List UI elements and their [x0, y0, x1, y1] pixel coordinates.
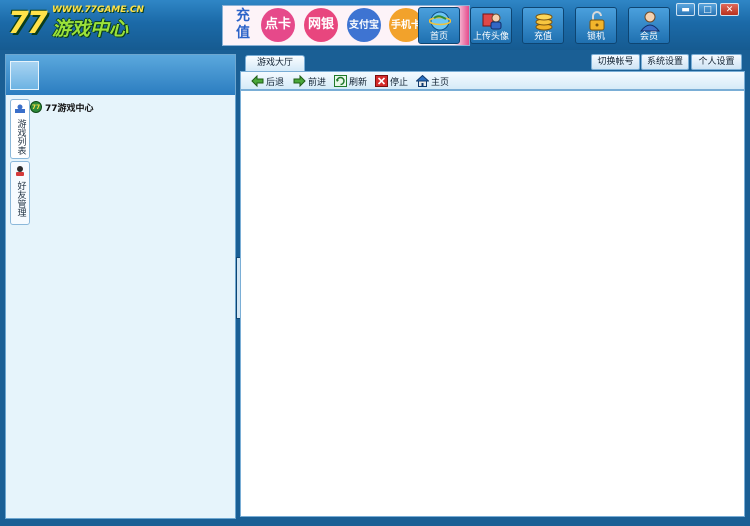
banner-recharge-text: 充值: [236, 8, 250, 41]
home-button[interactable]: 首页: [418, 7, 460, 44]
tree-item-77game[interactable]: 77 77游戏中心: [30, 100, 94, 114]
arrow-left-icon: [251, 75, 264, 87]
banner-alipay-circle: 支付宝: [347, 8, 381, 42]
switch-account-button[interactable]: 切换帐号: [591, 54, 640, 70]
close-button[interactable]: ✕: [720, 3, 739, 16]
refresh-icon: [334, 75, 347, 87]
avatar[interactable]: [10, 61, 39, 90]
banner-netbank-circle: 网银: [304, 8, 338, 42]
lock-label: 锁机: [586, 32, 605, 42]
tab-friends[interactable]: 好友管理: [10, 161, 30, 225]
web-content-area[interactable]: [240, 90, 745, 517]
app-window: 77 WWW.77GAME.CN 游戏中心 充值 点卡 网银 支付宝 手机卡 首…: [0, 0, 750, 526]
forward-label: 前进: [308, 77, 327, 88]
game-list-icon: [15, 104, 25, 113]
logo-title: 游戏中心: [52, 18, 129, 40]
main-panel: 游戏大厅 切换帐号 系统设置 个人设置 后退 前进 刷新 停止 主页: [240, 54, 745, 517]
tab-game-list[interactable]: 游戏列表: [10, 99, 30, 159]
sidebar-panel: 游戏列表 好友管理 77 77游戏中心: [5, 54, 236, 519]
back-button[interactable]: 后退: [251, 74, 284, 88]
recharge-button[interactable]: 充值: [522, 7, 564, 44]
logo-number: 77: [8, 6, 48, 41]
upload-photo-button[interactable]: 上传头像: [470, 7, 512, 44]
arrow-right-icon: [293, 75, 306, 87]
back-label: 后退: [266, 77, 285, 88]
upload-photo-label: 上传头像: [472, 32, 509, 42]
title-bar[interactable]: 77 WWW.77GAME.CN 游戏中心 充值 点卡 网银 支付宝 手机卡 首…: [0, 0, 750, 50]
browser-toolbar: 后退 前进 刷新 停止 主页: [240, 71, 745, 90]
friends-icon: [16, 166, 24, 176]
member-button[interactable]: 会员: [628, 7, 670, 44]
member-label: 会员: [639, 32, 658, 42]
tab-game-list-label: 游戏列表: [15, 119, 26, 155]
refresh-label: 刷新: [349, 77, 368, 88]
house-icon: [416, 75, 429, 87]
user-header: [6, 55, 235, 95]
home-page-button[interactable]: 主页: [416, 74, 449, 88]
forward-button[interactable]: 前进: [293, 74, 326, 88]
tree-item-label: 77游戏中心: [45, 103, 94, 114]
lock-button[interactable]: 锁机: [575, 7, 617, 44]
stop-icon: [375, 75, 388, 87]
tab-friends-label: 好友管理: [15, 181, 26, 217]
refresh-button[interactable]: 刷新: [334, 74, 367, 88]
system-settings-button[interactable]: 系统设置: [641, 54, 689, 70]
home-page-label: 主页: [431, 77, 450, 88]
home-label: 首页: [429, 32, 448, 42]
tab-game-hall[interactable]: 游戏大厅: [245, 55, 305, 71]
stop-label: 停止: [390, 77, 409, 88]
personal-settings-button[interactable]: 个人设置: [691, 54, 742, 70]
recharge-label: 充值: [533, 32, 552, 42]
banner-card-circle: 点卡: [261, 8, 295, 42]
stop-button[interactable]: 停止: [375, 74, 408, 88]
game-center-icon: 77: [30, 101, 42, 113]
maximize-button[interactable]: □: [698, 3, 717, 16]
app-logo: 77 WWW.77GAME.CN 游戏中心: [8, 4, 168, 44]
minimize-button[interactable]: ▬: [676, 3, 695, 16]
